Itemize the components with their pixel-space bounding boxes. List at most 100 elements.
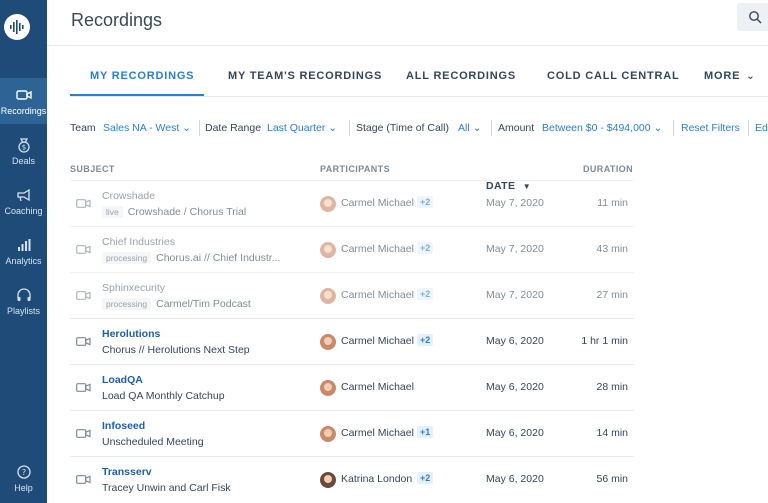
recording-subtitle-text: Unscheduled Meeting [102,436,204,448]
recording-date: May 7, 2020 [486,243,544,255]
recording-subtitle: live Crowshade / Chorus Trial [102,206,246,218]
table-row[interactable]: Transserv Tracey Unwin and Carl Fisk Katri… [70,456,634,502]
extra-participants-badge[interactable]: +1 [417,426,434,438]
team-filter-dropdown[interactable]: Sales NA - West ⌄ [103,122,191,134]
recordings-tabs: MY RECORDINGS MY TEAM'S RECORDINGS ALL R… [70,56,768,97]
extra-participants-badge[interactable]: +2 [417,288,434,300]
tab-my-teams-recordings[interactable]: MY TEAM'S RECORDINGS [228,56,382,96]
sidebar-item-label: Recordings [0,105,47,116]
recording-title[interactable]: Crowshade [102,190,155,202]
recording-subtitle-text: Load QA Monthly Catchup [102,390,225,402]
recording-duration: 1 hr 1 min [581,335,628,347]
stage-filter-label: Stage (Time of Call) [356,122,449,134]
sidebar-item-coaching[interactable]: Coaching [0,178,47,224]
participant-name: Carmel Michael [341,289,414,301]
recording-title[interactable]: LoadQA [102,374,143,386]
recording-title[interactable]: Herolutions [102,328,160,340]
sidebar-item-analytics[interactable]: Analytics [0,228,47,274]
soundwave-icon [10,20,24,34]
sidebar-item-label: Help [14,482,33,493]
filter-bar: Team Sales NA - West ⌄ Date Range Last Q… [70,120,768,136]
recording-subtitle-text: Chorus // Herolutions Next Step [102,344,250,356]
amount-filter-value: Between $0 - $494,000 [542,122,651,134]
recording-duration: 43 min [596,243,628,255]
filter-divider [349,120,350,136]
table-row[interactable]: Herolutions Chorus // Herolutions Next St… [70,318,634,364]
headphones-icon [16,287,31,301]
recording-date: May 6, 2020 [486,381,544,393]
recording-date: May 7, 2020 [486,289,544,301]
extra-participants-badge[interactable]: +2 [417,334,434,346]
tab-more-label: MORE [704,70,741,82]
reset-filters-link[interactable]: Reset Filters [681,122,740,134]
video-camera-icon [15,89,32,100]
sidebar: Recordings $ Deals Coaching Analytics Pl… [0,0,47,503]
stage-filter-dropdown[interactable]: All ⌄ [458,122,481,134]
app-logo[interactable] [4,14,30,40]
tabs-divider [70,96,768,97]
sidebar-item-playlists[interactable]: Playlists [0,278,47,324]
tab-cold-call-central[interactable]: COLD CALL CENTRAL [547,56,680,96]
page-title: Recordings [71,10,163,30]
recording-date: May 6, 2020 [486,427,544,439]
extra-participants-badge[interactable]: +2 [417,472,434,484]
table-row[interactable]: LoadQA Load QA Monthly Catchup Carmel Mich… [70,364,634,410]
column-header-subject[interactable]: SUBJECT [70,164,115,174]
recording-title[interactable]: Transserv [102,466,152,478]
sidebar-item-recordings[interactable]: Recordings [0,78,47,124]
video-camera-icon [76,199,91,208]
recording-duration: 56 min [596,473,628,485]
status-badge: processing [102,252,152,264]
recording-title[interactable]: Infoseed [102,420,145,432]
recording-subtitle: Load QA Monthly Catchup [102,390,225,402]
date-range-dropdown[interactable]: Last Quarter ⌄ [267,122,337,134]
table-row[interactable]: Crowshade live Crowshade / Chorus Trial Car… [70,180,634,226]
filter-divider [748,120,749,136]
sidebar-item-help[interactable]: ? Help [0,455,47,501]
edit-filters-link[interactable]: Ed [755,122,768,134]
video-camera-icon [76,337,91,346]
recording-title[interactable]: Sphinxecurity [102,282,165,294]
avatar [320,242,336,258]
sidebar-item-label: Playlists [6,305,40,316]
recording-date: May 6, 2020 [486,473,544,485]
recording-date: May 6, 2020 [486,335,544,347]
column-header-participants[interactable]: PARTICIPANTS [320,164,390,174]
recording-subtitle: Chorus // Herolutions Next Step [102,344,250,356]
top-bar: Recordings [47,0,768,46]
tab-my-recordings[interactable]: MY RECORDINGS [70,56,204,96]
tab-more[interactable]: MORE ⌄ [704,56,755,96]
filter-divider [673,120,674,136]
search-button[interactable] [737,3,768,31]
video-camera-icon [76,383,91,392]
table-row[interactable]: Infoseed Unscheduled Meeting Carmel Michae… [70,410,634,456]
extra-participants-badge[interactable]: +2 [417,196,434,208]
table-header: SUBJECT PARTICIPANTS DATE ▼ DURATION [0,164,768,192]
megaphone-icon [16,188,30,201]
column-header-duration[interactable]: DURATION [583,164,633,174]
sidebar-item-label: Coaching [4,205,43,216]
bar-chart-icon [17,238,30,251]
recording-subtitle: Tracey Unwin and Carl Fisk [102,482,231,494]
recording-subtitle: Unscheduled Meeting [102,436,204,448]
tab-all-recordings[interactable]: ALL RECORDINGS [406,56,516,96]
date-range-label: Date Range [205,122,262,134]
status-badge: processing [102,298,152,310]
money-bag-icon: $ [17,137,30,153]
recording-title[interactable]: Chief Industries [102,236,175,248]
amount-filter-label: Amount [498,122,535,134]
chevron-down-icon: ⌄ [746,71,756,82]
recording-duration: 28 min [596,381,628,393]
recording-subtitle-text: Carmel/Tim Podcast [156,298,251,310]
amount-filter-dropdown[interactable]: Between $0 - $494,000 ⌄ [542,122,662,134]
participant-name: Carmel Michael [341,197,414,209]
participant-name: Carmel Michael [341,427,414,439]
extra-participants-badge[interactable]: +2 [417,242,434,254]
participant-name: Carmel Michael [341,335,414,347]
date-range-value: Last Quarter [267,122,326,134]
recording-subtitle: processing Carmel/Tim Podcast [102,298,251,310]
avatar [320,288,336,304]
table-row[interactable]: Chief Industries processing Chorus.ai // C… [70,226,634,272]
table-row[interactable]: Sphinxecurity processing Carmel/Tim Podcas… [70,272,634,318]
participant-name: Carmel Michael [341,243,414,255]
